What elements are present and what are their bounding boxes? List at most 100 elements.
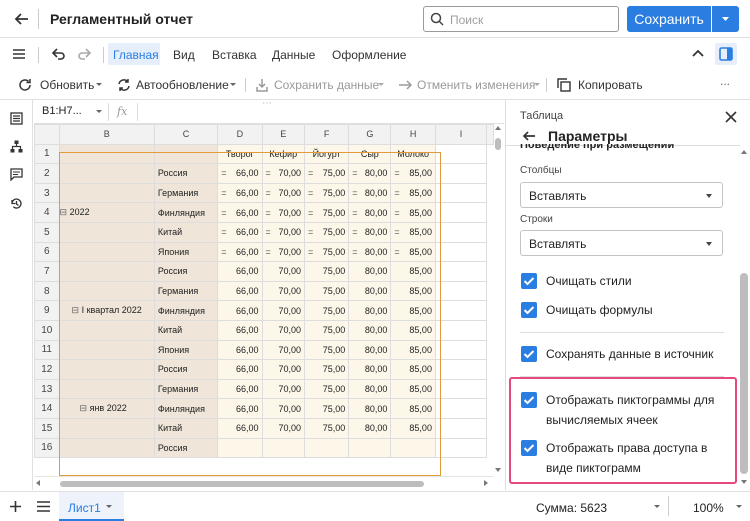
value-cell[interactable]: 85,00 [390, 339, 436, 361]
cell[interactable] [434, 221, 488, 243]
value-cell[interactable]: 85,00 [390, 261, 436, 282]
value-cell[interactable]: 85,00 [390, 378, 436, 400]
country-cell[interactable]: Китай [153, 221, 219, 243]
chevron-down-icon[interactable] [736, 505, 742, 508]
value-cell[interactable]: = 80,00 [348, 182, 392, 204]
spreadsheet-grid[interactable]: B C D E F G H I 1 Творог Кефир Йогурт Сыр Молоко 2 Росс… [34, 124, 494, 476]
value-cell[interactable]: = 66,00 [217, 182, 263, 204]
country-cell[interactable]: Россия [153, 359, 219, 380]
value-cell[interactable]: = 80,00 [348, 163, 392, 184]
tab-data[interactable]: Данные [272, 48, 315, 62]
panel-back-icon[interactable] [522, 129, 536, 143]
cancel-changes-button[interactable]: Отменить изменения [417, 78, 535, 92]
clear-styles-checkbox[interactable] [521, 273, 537, 289]
value-cell[interactable]: = 75,00 [303, 202, 350, 223]
collapse-toggle-icon[interactable]: ⊟ [80, 403, 90, 413]
row-header[interactable]: 4 [34, 202, 60, 223]
autorefresh-button[interactable]: Автообновление [136, 78, 229, 92]
horizontal-scroll-thumb[interactable] [60, 481, 424, 487]
value-cell[interactable]: 66,00 [217, 261, 263, 282]
cell[interactable] [58, 143, 155, 165]
group-cell[interactable] [58, 319, 155, 341]
save-dropdown-button[interactable] [712, 6, 739, 32]
group-cell[interactable]: ⊟ 2022 [58, 202, 155, 223]
country-cell[interactable]: Германия [153, 280, 219, 302]
vertical-scrollbar[interactable] [494, 136, 504, 476]
value-cell[interactable]: = 66,00 [217, 221, 263, 243]
horizontal-scrollbar[interactable] [34, 476, 494, 490]
row-header[interactable]: 6 [34, 241, 60, 263]
corner-cell[interactable] [34, 124, 60, 145]
formula-input[interactable] [144, 103, 499, 121]
scroll-down-icon[interactable] [495, 468, 501, 472]
row-header[interactable]: 5 [34, 221, 60, 243]
rows-dropdown[interactable]: Вставлять [520, 230, 723, 256]
row-header[interactable]: 7 [34, 261, 60, 282]
more-icon[interactable]: ... [720, 74, 730, 88]
tab-view[interactable]: Вид [173, 48, 195, 62]
cell[interactable] [434, 261, 488, 282]
value-cell[interactable]: = 70,00 [261, 221, 305, 243]
column-header[interactable] [486, 124, 494, 145]
value-cell[interactable]: 66,00 [217, 378, 263, 400]
menu-icon[interactable] [12, 47, 26, 61]
country-cell[interactable]: Китай [153, 319, 219, 341]
cell[interactable] [434, 241, 488, 263]
cell[interactable] [434, 182, 488, 204]
country-cell[interactable]: Финляндия [153, 398, 219, 419]
value-cell[interactable]: 66,00 [217, 339, 263, 361]
refresh-button[interactable]: Обновить [40, 78, 94, 92]
chevron-down-icon[interactable] [378, 83, 384, 86]
redo-icon[interactable] [77, 47, 93, 61]
value-cell[interactable]: 70,00 [261, 417, 305, 439]
tab-format[interactable]: Оформление [332, 48, 406, 62]
value-cell[interactable]: = 80,00 [348, 202, 392, 223]
save-button[interactable]: Сохранить [627, 6, 711, 32]
column-header[interactable]: G [348, 124, 392, 145]
group-cell[interactable] [58, 437, 155, 459]
chevron-down-icon[interactable] [534, 83, 540, 86]
chevron-down-icon[interactable] [96, 83, 102, 86]
panel-scroll-down-icon[interactable] [741, 480, 747, 484]
value-cell[interactable]: 80,00 [348, 417, 392, 439]
value-cell[interactable]: = 80,00 [348, 241, 392, 263]
value-cell[interactable]: 66,00 [217, 398, 263, 419]
value-cell[interactable]: 80,00 [348, 398, 392, 419]
value-cell[interactable]: 80,00 [348, 378, 392, 400]
group-cell[interactable] [58, 221, 155, 243]
column-header[interactable]: B [58, 124, 155, 145]
value-cell[interactable]: 75,00 [303, 319, 350, 341]
value-cell[interactable]: = 85,00 [390, 182, 436, 204]
value-cell[interactable]: 75,00 [303, 417, 350, 439]
value-cell[interactable]: 85,00 [390, 300, 436, 321]
scroll-up-icon[interactable] [495, 126, 501, 130]
value-cell[interactable]: 70,00 [261, 398, 305, 419]
row-header[interactable]: 14 [34, 398, 60, 419]
value-cell[interactable]: = 70,00 [261, 241, 305, 263]
value-cell[interactable]: 70,00 [261, 378, 305, 400]
row-header[interactable]: 2 [34, 163, 60, 184]
save-data-button[interactable]: Сохранить данные [274, 78, 379, 92]
value-cell[interactable]: 75,00 [303, 398, 350, 419]
country-cell[interactable]: Япония [153, 339, 219, 361]
value-cell[interactable]: = 70,00 [261, 202, 305, 223]
column-header[interactable]: C [153, 124, 219, 145]
country-cell[interactable]: Китай [153, 417, 219, 439]
cell[interactable] [434, 143, 488, 165]
value-cell[interactable]: 66,00 [217, 319, 263, 341]
chevron-down-icon[interactable] [654, 505, 660, 508]
value-cell[interactable]: = 75,00 [303, 182, 350, 204]
column-header[interactable]: I [434, 124, 488, 145]
cell[interactable] [153, 143, 219, 165]
hierarchy-icon[interactable] [10, 140, 23, 153]
sheet-list-icon[interactable] [37, 501, 50, 512]
country-cell[interactable]: Финляндия [153, 202, 219, 223]
row-header[interactable]: 9 [34, 300, 60, 321]
cell[interactable] [434, 280, 488, 302]
collapse-toggle-icon[interactable]: ⊟ [72, 305, 82, 315]
measure-header[interactable]: Сыр [348, 143, 392, 165]
chevron-down-icon[interactable] [230, 83, 236, 86]
value-cell[interactable]: 80,00 [348, 300, 392, 321]
row-header[interactable]: 3 [34, 182, 60, 204]
zoom-level[interactable]: 100% [693, 501, 724, 515]
